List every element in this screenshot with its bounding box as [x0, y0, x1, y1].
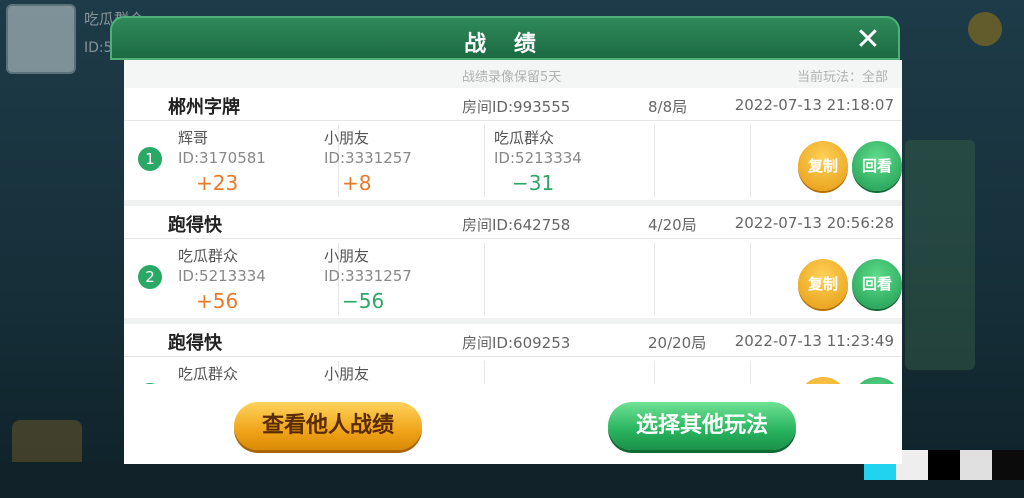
footer-actions: 查看他人战绩 选择其他玩法 [124, 384, 902, 464]
player-name: 小朋友 [324, 247, 370, 265]
side-banner [905, 140, 975, 370]
close-icon[interactable]: ✕ [846, 20, 890, 60]
room-id: 房间ID:609253 [462, 334, 571, 352]
modal-header: 战 绩 [110, 16, 900, 60]
records-list[interactable]: 郴州字牌 房间ID:993555 8/8局 2022-07-13 21:18:0… [124, 88, 902, 384]
rounds: 4/20局 [648, 216, 697, 234]
rounds: 8/8局 [648, 98, 688, 116]
player-id: ID:5213334 [494, 149, 582, 167]
retention-note: 战绩录像保留5天 [462, 70, 562, 85]
game-name: 郴州字牌 [168, 97, 240, 118]
player-name: 吃瓜群众 [494, 129, 555, 147]
record-index: 1 [138, 147, 162, 171]
record-header: 郴州字牌 房间ID:993555 8/8局 2022-07-13 21:18:0… [124, 88, 902, 121]
player-score: +23 [196, 171, 239, 195]
view-others-records-button[interactable]: 查看他人战绩 [234, 402, 422, 450]
player-name: 小朋友 [324, 365, 370, 383]
player-cell: 小朋友 ID:3331257 −56 [314, 243, 485, 315]
record-row: 1 辉哥 ID:3170581 +23 小朋友 ID:3331257 +8 吃瓜… [124, 121, 902, 199]
replay-button[interactable]: 回看 [852, 377, 902, 384]
player-name: 辉哥 [178, 129, 209, 147]
player-name: 小朋友 [324, 129, 370, 147]
player-score: +8 [342, 171, 372, 195]
color-swatch [928, 450, 960, 480]
copy-button[interactable]: 复制 [798, 141, 848, 191]
player-cell: 小朋友 [314, 361, 485, 384]
color-swatch [992, 450, 1024, 480]
player-id: ID:3170581 [178, 149, 266, 167]
info-bar: 战绩录像保留5天 当前玩法：全部 [124, 60, 902, 88]
record-row: 3 吃瓜群众 小朋友 复制 回看 [124, 357, 902, 384]
record-item: 跑得快 房间ID:609253 20/20局 2022-07-13 11:23:… [124, 324, 902, 384]
player-name: 吃瓜群众 [178, 365, 239, 383]
player-score: +56 [196, 289, 239, 313]
player-cell: 吃瓜群众 ID:5213334 −31 [484, 125, 655, 197]
copy-button[interactable]: 复制 [798, 259, 848, 309]
settings-gear-icon [968, 12, 1002, 46]
player-cell-empty [654, 243, 751, 315]
replay-button[interactable]: 回看 [852, 141, 902, 191]
record-time: 2022-07-13 20:56:28 [734, 214, 894, 232]
record-header: 跑得快 房间ID:609253 20/20局 2022-07-13 11:23:… [124, 324, 902, 357]
game-name: 跑得快 [168, 215, 222, 236]
choose-other-mode-button[interactable]: 选择其他玩法 [608, 402, 796, 450]
record-item: 跑得快 房间ID:642758 4/20局 2022-07-13 20:56:2… [124, 206, 902, 324]
player-id: ID:5213334 [178, 267, 266, 285]
player-cell-empty [654, 361, 751, 384]
record-item: 郴州字牌 房间ID:993555 8/8局 2022-07-13 21:18:0… [124, 88, 902, 206]
player-avatar [6, 4, 76, 74]
record-time: 2022-07-13 11:23:49 [734, 332, 894, 350]
player-name: 吃瓜群众 [178, 247, 239, 265]
room-id: 房间ID:993555 [462, 98, 571, 116]
replay-button[interactable]: 回看 [852, 259, 902, 309]
player-score: −56 [342, 289, 385, 313]
player-score: −31 [512, 171, 555, 195]
color-swatch [960, 450, 992, 480]
record-time: 2022-07-13 21:18:07 [734, 96, 894, 114]
current-mode-label[interactable]: 当前玩法：全部 [797, 66, 888, 85]
room-id: 房间ID:642758 [462, 216, 571, 234]
record-index: 2 [138, 265, 162, 289]
record-header: 跑得快 房间ID:642758 4/20局 2022-07-13 20:56:2… [124, 206, 902, 239]
game-name: 跑得快 [168, 333, 222, 354]
player-cell-empty [484, 243, 655, 315]
player-cell-empty [484, 361, 655, 384]
rounds: 20/20局 [648, 334, 707, 352]
player-id: ID:3331257 [324, 267, 412, 285]
records-panel: 战绩录像保留5天 当前玩法：全部 郴州字牌 房间ID:993555 8/8局 2… [124, 60, 902, 464]
player-cell-empty [654, 125, 751, 197]
player-cell: 小朋友 ID:3331257 +8 [314, 125, 485, 197]
modal-title: 战 绩 [464, 32, 546, 57]
copy-button[interactable]: 复制 [798, 377, 848, 384]
player-id: ID:3331257 [324, 149, 412, 167]
record-row: 2 吃瓜群众 ID:5213334 +56 小朋友 ID:3331257 −56… [124, 239, 902, 317]
